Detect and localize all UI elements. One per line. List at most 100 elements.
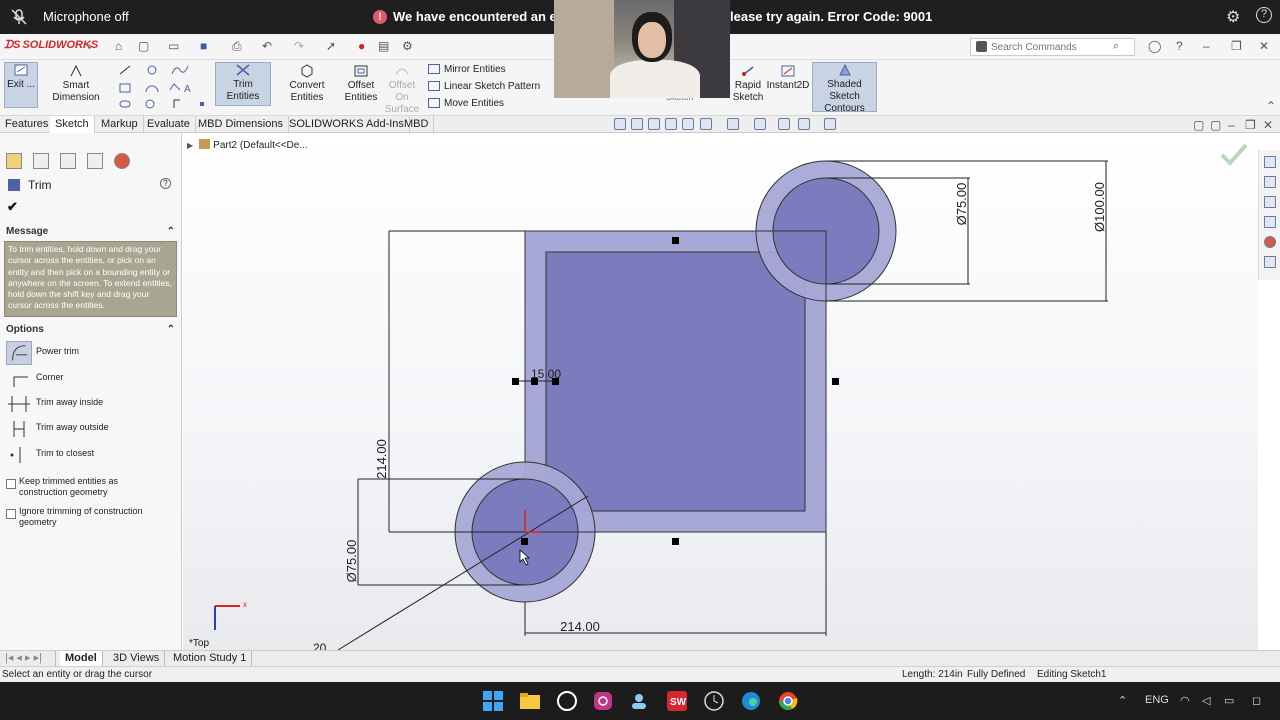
rapid-sketch-button[interactable]: Rapid Sketch <box>731 64 765 108</box>
help-icon[interactable]: ? <box>1256 7 1272 23</box>
linear-sketch-pattern-button[interactable]: Linear Sketch Pattern <box>428 81 540 92</box>
rectangle-tool[interactable]: A <box>118 82 194 97</box>
dim-offset-15[interactable]: 15.00 <box>531 367 561 381</box>
dim-diameter-75-bottom[interactable]: Ø75.00 <box>344 540 359 583</box>
volume-icon[interactable]: ◁ <box>1202 694 1210 707</box>
dim-diameter-100[interactable]: Ø100.00 <box>1092 182 1107 232</box>
help-circle-icon[interactable]: ? <box>1176 40 1188 52</box>
wifi-icon[interactable]: ◠ <box>1180 694 1190 707</box>
tray-chevron-icon[interactable]: ⌃ <box>1118 694 1127 707</box>
close-icon[interactable]: ✕ <box>1259 40 1271 52</box>
apply-scene-icon[interactable] <box>798 118 810 130</box>
restore-icon[interactable]: ❐ <box>1231 40 1243 52</box>
checkbox[interactable] <box>6 509 16 519</box>
instagram-icon[interactable] <box>592 690 614 712</box>
zoom-to-area-icon[interactable] <box>631 118 643 130</box>
windows-start-icon[interactable] <box>482 690 504 712</box>
offset-entities-button[interactable]: Offset Entities <box>343 64 379 108</box>
solidworks-resources-icon[interactable] <box>1264 156 1276 168</box>
notification-center-icon[interactable]: ◻ <box>1252 694 1261 707</box>
line-tool[interactable] <box>118 64 162 79</box>
app-icon[interactable] <box>628 690 650 712</box>
file-explorer-icon[interactable] <box>1264 196 1276 208</box>
convert-entities-button[interactable]: Convert Entities <box>273 64 341 104</box>
battery-icon[interactable]: ▭ <box>1224 694 1234 707</box>
file-explorer-icon[interactable] <box>519 690 541 712</box>
confirm-corner-check-icon[interactable] <box>1220 143 1248 166</box>
options-section-header[interactable]: Options ⌃ <box>0 321 181 339</box>
solidworks-logo[interactable]: ᗪS SOLIDWORKS <box>4 39 98 52</box>
user-icon[interactable]: ◯ <box>1148 40 1161 52</box>
tab-motion-study[interactable]: Motion Study 1 <box>168 651 253 667</box>
view-palette-icon[interactable] <box>1264 216 1276 228</box>
options-gear-icon[interactable]: ⚙ <box>402 40 414 52</box>
tab-features[interactable]: Features <box>0 116 55 133</box>
tab-model[interactable]: Model <box>60 651 103 667</box>
search-icon[interactable]: ⌕ <box>1113 40 1119 53</box>
hide-show-icon[interactable] <box>754 118 766 130</box>
design-library-icon[interactable] <box>1264 176 1276 188</box>
tab-mbd[interactable]: MBD <box>399 116 435 133</box>
message-section-header[interactable]: Message ⌃ <box>0 223 181 241</box>
option-corner[interactable]: Corner <box>6 367 176 391</box>
expand-arrow-icon[interactable]: › <box>88 40 100 52</box>
search-input[interactable] <box>991 40 1116 54</box>
custom-properties-icon[interactable] <box>1264 256 1276 268</box>
solidworks-taskbar-icon[interactable]: SW <box>666 690 688 712</box>
option-trim-away-outside[interactable]: Trim away outside <box>6 417 176 441</box>
edge-icon[interactable] <box>740 690 762 712</box>
exit-sketch-button[interactable]: Exit ... <box>4 62 38 108</box>
move-entities-button[interactable]: Move Entities <box>428 98 504 109</box>
search-commands[interactable]: ⌕ <box>970 38 1135 56</box>
tab-evaluate[interactable]: Evaluate <box>142 116 196 133</box>
checkbox[interactable] <box>6 479 16 489</box>
ok-checkmark-button[interactable]: ✔ <box>7 199 18 215</box>
slot-tool[interactable] <box>118 98 208 113</box>
dynamic-annotation-icon[interactable] <box>682 118 694 130</box>
edit-appearance-icon[interactable] <box>778 118 790 130</box>
option-power-trim[interactable]: Power trim <box>6 341 176 365</box>
appearances-icon[interactable] <box>1264 236 1276 248</box>
viewport-tile-icon[interactable]: ▢ <box>1193 119 1205 131</box>
undo-icon[interactable]: ↶ <box>262 40 274 52</box>
section-view-icon[interactable] <box>665 118 677 130</box>
rebuild-icon[interactable]: ● <box>358 40 370 52</box>
trim-entities-button[interactable]: Trim Entities <box>215 62 271 106</box>
inner-square[interactable] <box>545 251 806 512</box>
sketch-canvas[interactable]: x Ø100.00 Ø75.00 15.00 214.00 Ø75.00 214… <box>183 133 1258 650</box>
graphics-area[interactable]: ▶ Part2 (Default<<De... x Ø100.00 Ø75.00… <box>183 133 1258 650</box>
previous-view-icon[interactable] <box>648 118 660 130</box>
keep-trimmed-construction-checkbox[interactable]: Keep trimmed entities as construction ge… <box>6 476 176 502</box>
doc-close-icon[interactable]: ✕ <box>1263 119 1275 131</box>
feature-manager-tab-icon[interactable] <box>6 153 22 169</box>
open-folder-icon[interactable]: ▭ <box>168 40 180 52</box>
offset-on-surface-button[interactable]: Offset On Surface <box>381 64 423 115</box>
microphone-off-icon[interactable] <box>10 8 28 26</box>
collapse-ribbon-icon[interactable]: ⌃ <box>1266 100 1278 112</box>
dim-partial[interactable]: 20 <box>313 641 327 650</box>
file-properties-icon[interactable]: ▤ <box>378 40 390 52</box>
save-icon[interactable]: ■ <box>200 40 212 52</box>
spline-tool[interactable] <box>170 64 190 79</box>
collapse-icon[interactable]: ⌃ <box>167 223 175 241</box>
ignore-construction-checkbox[interactable]: Ignore trimming of construction geometry <box>6 506 176 532</box>
dim-diameter-75-top[interactable]: Ø75.00 <box>954 183 969 226</box>
dimxpert-manager-tab-icon[interactable] <box>87 153 103 169</box>
chrome-icon[interactable] <box>777 690 799 712</box>
tab-solidworks-addins[interactable]: SOLIDWORKS Add-Ins <box>284 116 410 133</box>
view-orientation-icon[interactable] <box>700 118 712 130</box>
select-cursor-icon[interactable]: ➚ <box>326 40 338 52</box>
collapse-icon[interactable]: ⌃ <box>167 321 175 339</box>
instant2d-button[interactable]: Instant2D <box>766 64 810 104</box>
zoom-to-fit-icon[interactable] <box>614 118 626 130</box>
tab-markup[interactable]: Markup <box>96 116 144 133</box>
home-icon[interactable]: ⌂ <box>115 40 127 52</box>
minimize-icon[interactable]: – <box>1203 40 1215 52</box>
option-trim-to-closest[interactable]: Trim to closest <box>6 443 176 467</box>
doc-minimize-icon[interactable]: – <box>1228 119 1240 131</box>
property-manager-tab-icon[interactable] <box>33 153 49 169</box>
view-settings-icon[interactable] <box>824 118 836 130</box>
option-trim-away-inside[interactable]: Trim away inside <box>6 392 176 416</box>
tab-mbd-dimensions[interactable]: MBD Dimensions <box>193 116 289 133</box>
configuration-manager-tab-icon[interactable] <box>60 153 76 169</box>
